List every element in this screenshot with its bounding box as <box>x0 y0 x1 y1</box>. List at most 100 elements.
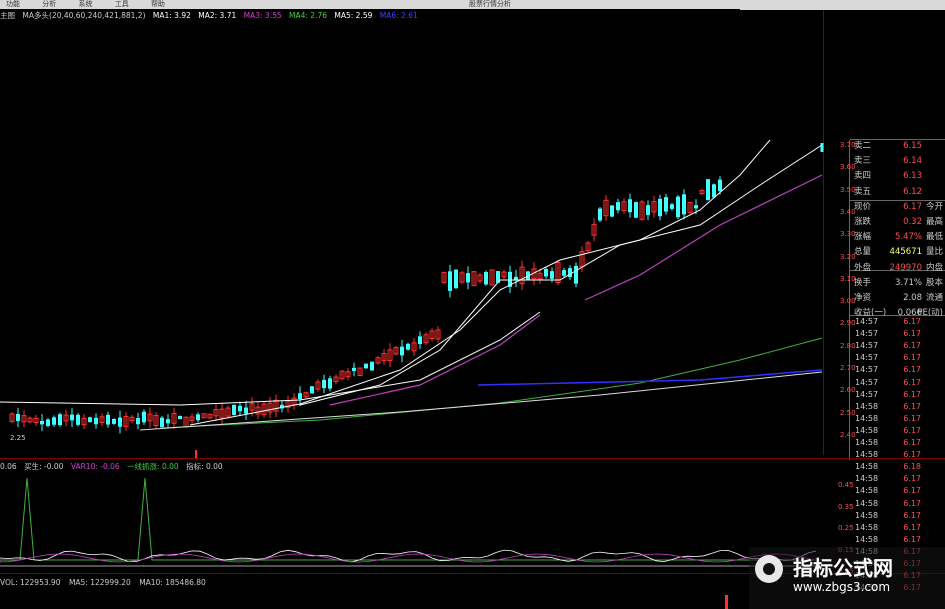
chart-grid <box>0 4 945 574</box>
volume-bar <box>725 595 728 609</box>
tick-row: 14:57 6.17 <box>850 364 945 376</box>
candle-body-down <box>370 361 374 371</box>
tick-price: 6.17 <box>903 365 921 375</box>
candle-body-down <box>550 271 554 279</box>
candle-body-down <box>418 336 422 345</box>
quote-value: 5.47% <box>894 232 922 243</box>
tick-time: 14:57 <box>855 329 879 339</box>
tick-time: 14:57 <box>855 341 879 351</box>
candle-body-down <box>634 202 638 218</box>
candle-body-down <box>484 272 488 285</box>
quote-label: 卖四 <box>854 171 872 182</box>
quote-label-secondary: 股本 <box>925 277 943 288</box>
candle-body-down <box>568 268 572 278</box>
ma6-value: MA6: 2.61 <box>379 11 418 20</box>
tick-time: 14:58 <box>855 510 879 520</box>
tick-price: 6.17 <box>903 486 921 496</box>
candle-body-down <box>94 417 98 425</box>
tick-price: 6.17 <box>903 510 921 520</box>
candle-body-down <box>400 346 404 356</box>
sub-panel-divider <box>0 458 945 459</box>
tick-time: 14:58 <box>855 486 879 496</box>
ma5-value: MA5: 2.59 <box>334 11 373 20</box>
tick-row: 14:58 6.17 <box>850 437 945 449</box>
tick-row: 14:58 6.17 <box>850 485 945 497</box>
quote-row: 总量 445671 量比 <box>850 246 945 258</box>
tick-time: 14:58 <box>855 498 879 508</box>
candle-body-down <box>178 415 182 420</box>
tick-row: 14:57 6.17 <box>850 377 945 389</box>
tick-time: 14:58 <box>855 534 879 544</box>
ma2-value: MA2: 3.71 <box>198 11 237 20</box>
indicator-formula: MA多头(20,40,60,240,421,881,2) <box>22 11 146 20</box>
moving-average-lines <box>0 139 823 431</box>
quote-label: 涨幅 <box>854 232 872 243</box>
tick-price: 6.17 <box>903 353 921 363</box>
tick-time: 14:58 <box>855 462 879 472</box>
tick-time: 14:57 <box>855 365 879 375</box>
candle-body-down <box>364 363 368 369</box>
volume-legend: VOL: 122953.90 MA5: 122999.20 MA10: 1854… <box>0 577 212 589</box>
candle-body-down <box>676 196 680 218</box>
quote-label: 换手 <box>854 277 872 288</box>
candle-body-down <box>712 184 716 198</box>
sub-value-0: 0.06 <box>0 462 17 471</box>
quote-value: 2.08 <box>903 293 922 303</box>
candle-body-down <box>160 417 164 428</box>
sub-value-4: 指标: 0.00 <box>186 462 223 471</box>
tick-row: 14:58 6.17 <box>850 401 945 413</box>
quote-label-secondary: 流通 <box>925 293 943 303</box>
candle-body-down <box>544 269 548 277</box>
candle-body-down <box>196 414 200 421</box>
tick-price: 6.18 <box>903 462 921 472</box>
tick-price: 6.17 <box>903 450 921 460</box>
candle-body-down <box>58 414 62 426</box>
tick-time: 14:58 <box>855 474 879 484</box>
candle-body-down <box>628 199 632 213</box>
tick-time: 14:58 <box>855 425 879 435</box>
tick-row: 14:58 6.17 <box>850 449 945 461</box>
quote-value: 6.15 <box>903 141 922 151</box>
tick-time: 14:58 <box>855 450 879 460</box>
candle-body-down <box>646 205 650 216</box>
tick-row: 14:57 6.17 <box>850 316 945 328</box>
candle-body-down <box>46 419 50 427</box>
var-line-purple <box>0 553 817 563</box>
tick-price: 6.17 <box>903 341 921 351</box>
quote-label: 现价 <box>854 201 872 212</box>
ma1-value: MA1: 3.92 <box>152 11 191 20</box>
kline-chart[interactable] <box>0 0 945 609</box>
candle-body-down <box>682 194 686 215</box>
quote-label: 总量 <box>854 247 872 258</box>
ma-long-white <box>0 311 541 406</box>
sub-axis-label: 0.45 <box>838 481 854 489</box>
tick-row: 14:57 6.17 <box>850 340 945 352</box>
quote-label: 卖二 <box>854 141 872 151</box>
quote-value: 6.17 <box>903 201 922 212</box>
quote-row: 涨幅 5.47% 最低 <box>850 231 945 243</box>
quote-value: 6.12 <box>903 186 922 197</box>
candle-body-down <box>694 205 698 209</box>
candle-body-down <box>70 414 74 421</box>
candle-body-down <box>454 269 458 289</box>
tick-price: 6.17 <box>903 498 921 508</box>
quote-value: 6.14 <box>903 156 922 167</box>
tick-price: 6.17 <box>903 413 921 423</box>
sub-value-2: VAR10: -0.06 <box>70 462 120 471</box>
tick-price: 6.17 <box>903 534 921 544</box>
quote-row: 卖四 6.13 <box>850 170 945 182</box>
vol-ma10: MA10: 185486.80 <box>139 578 206 587</box>
candle-body-down <box>88 417 92 423</box>
tick-row: 14:57 6.17 <box>850 328 945 340</box>
tick-row: 14:58 6.17 <box>850 413 945 425</box>
tick-time: 14:57 <box>855 317 879 326</box>
candle-body-down <box>406 343 410 350</box>
tick-price: 6.17 <box>903 389 921 399</box>
candle-body-down <box>658 198 662 217</box>
tick-price: 6.17 <box>903 401 921 411</box>
quote-label: 涨跌 <box>854 217 872 227</box>
quote-label-secondary: 量比 <box>925 247 943 258</box>
tick-row: 14:58 6.18 <box>850 461 945 473</box>
signal-line <box>0 477 823 561</box>
quote-value: 445671 <box>889 247 922 258</box>
